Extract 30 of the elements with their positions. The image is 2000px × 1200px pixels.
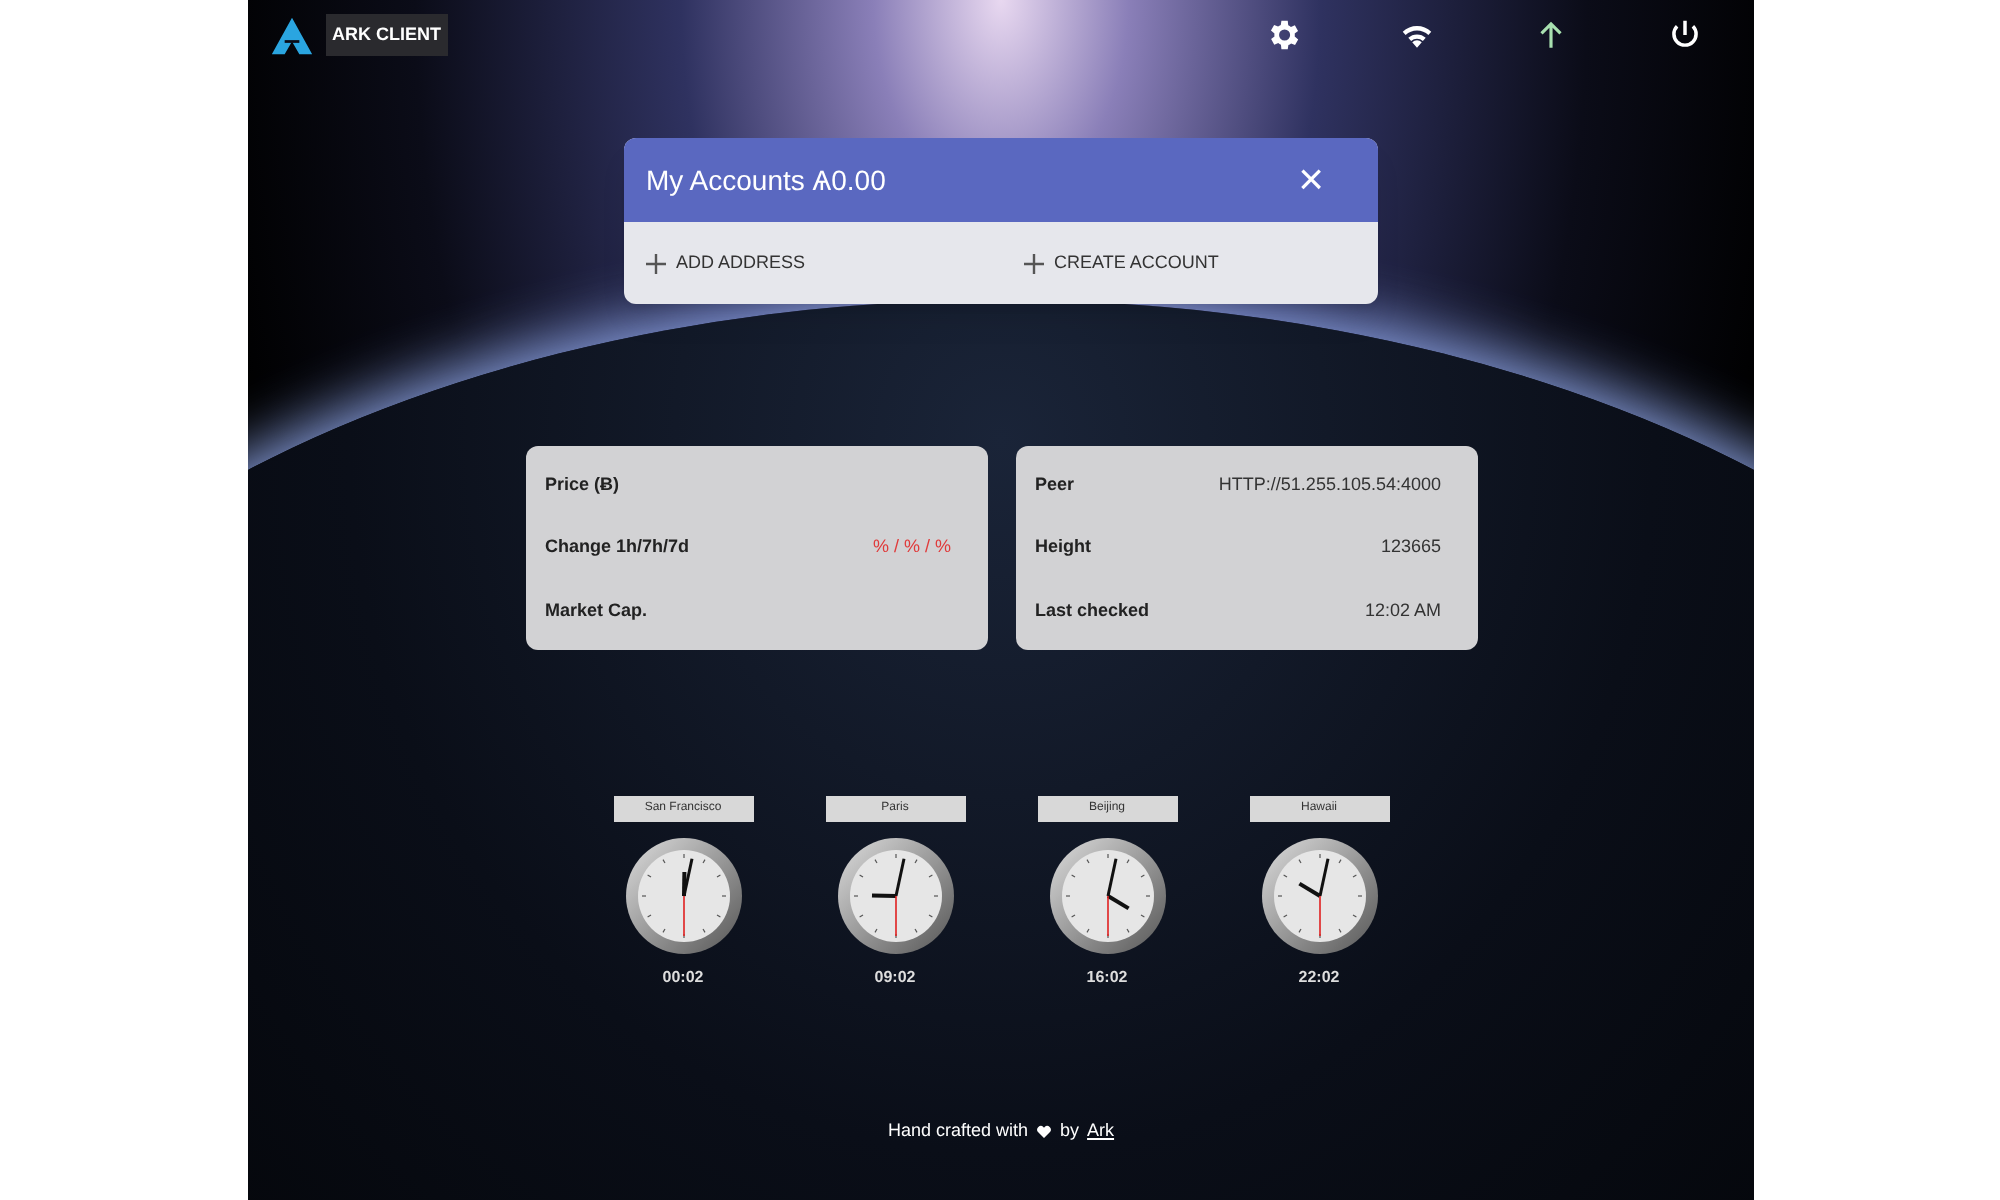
plus-icon [1024,253,1044,273]
analog-clock [625,838,741,954]
ark-link[interactable]: Ark [1087,1118,1115,1145]
accounts-title: My Accounts Ѧ0.00 [646,161,886,200]
row-label: Price (Ƀ) [545,471,620,498]
close-button[interactable]: × [1298,158,1324,202]
analog-clock [1261,838,1377,954]
row-label: Change 1h/7h/7d [545,534,690,561]
logo-icon[interactable] [270,13,314,57]
app-name: ARK CLIENT [326,13,447,57]
plus-icon [646,253,666,273]
footer-text: Hand crafted with [887,1118,1029,1144]
heart-icon [1036,1123,1053,1140]
row-value: HTTP://51.255.105.54:4000 [1218,471,1441,498]
row-label: Peer [1035,471,1075,498]
clock-time: 22:02 [1298,966,1340,990]
analog-clock [837,838,953,954]
clock-time: 00:02 [662,966,704,990]
row-value: 12:02 AM [1364,597,1441,624]
add-address-button[interactable]: ADD ADDRESS [646,249,1024,277]
footer-text: by [1060,1118,1080,1144]
clock-time: 09:02 [874,966,916,990]
row-label: Market Cap. [545,597,648,624]
analog-clock [1049,838,1165,954]
row-value: 123665 [1380,534,1441,561]
create-account-button[interactable]: CREATE ACCOUNT [1024,249,1219,277]
row-value: % / % / % [872,534,951,561]
row-label: Last checked [1035,597,1150,624]
clock-time: 16:02 [1086,966,1128,990]
row-label: Height [1035,534,1091,561]
